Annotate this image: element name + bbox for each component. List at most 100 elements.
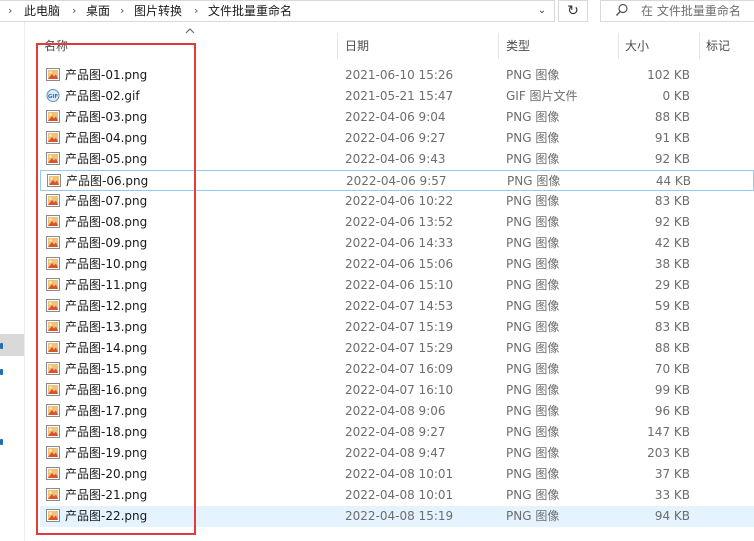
file-date: 2022-04-06 9:27: [345, 131, 446, 145]
address-dropdown-icon[interactable]: ⌄: [532, 2, 552, 20]
file-size: 0 KB: [662, 89, 690, 103]
file-row[interactable]: 产品图-16.png 2022-04-07 16:10 PNG 图像 99 KB: [40, 380, 754, 401]
file-date: 2022-04-07 15:19: [345, 320, 454, 334]
png-image-icon: [46, 131, 60, 144]
file-type: PNG 图像: [506, 278, 560, 292]
chevron-right-icon[interactable]: ›: [72, 3, 76, 19]
file-size: 29 KB: [654, 278, 690, 292]
png-image-icon: [46, 152, 60, 165]
search-icon: [615, 3, 628, 16]
file-date: 2022-04-06 9:04: [345, 110, 446, 124]
file-row[interactable]: 产品图-11.png 2022-04-06 15:10 PNG 图像 29 KB: [40, 275, 754, 296]
file-date: 2022-04-06 13:52: [345, 215, 454, 229]
file-row[interactable]: 产品图-01.png 2021-06-10 15:26 PNG 图像 102 KB: [40, 65, 754, 86]
file-type: PNG 图像: [506, 320, 560, 334]
png-image-icon: [47, 174, 61, 187]
file-type: PNG 图像: [506, 467, 560, 481]
png-image-icon: [46, 278, 60, 291]
file-row[interactable]: 产品图-09.png 2022-04-06 14:33 PNG 图像 42 KB: [40, 233, 754, 254]
file-row[interactable]: 产品图-06.png 2022-04-06 9:57 PNG 图像 44 KB: [40, 170, 754, 191]
file-row[interactable]: 产品图-15.png 2022-04-07 16:09 PNG 图像 70 KB: [40, 359, 754, 380]
file-row[interactable]: 产品图-14.png 2022-04-07 15:29 PNG 图像 88 KB: [40, 338, 754, 359]
breadcrumb-batch-rename[interactable]: 文件批量重命名: [208, 3, 292, 19]
file-row[interactable]: 产品图-13.png 2022-04-07 15:19 PNG 图像 83 KB: [40, 317, 754, 338]
file-date: 2022-04-06 9:43: [345, 152, 446, 166]
column-size[interactable]: 大小: [625, 37, 649, 55]
sort-ascending-icon: [185, 28, 195, 34]
file-date: 2022-04-08 10:01: [345, 488, 454, 502]
nav-selected-item[interactable]: [0, 334, 24, 356]
breadcrumb-desktop[interactable]: 桌面: [86, 3, 110, 19]
breadcrumb-image-convert[interactable]: 图片转换: [134, 3, 182, 19]
breadcrumb-this-pc[interactable]: 此电脑: [24, 3, 60, 19]
file-row[interactable]: 产品图-17.png 2022-04-08 9:06 PNG 图像 96 KB: [40, 401, 754, 422]
column-divider[interactable]: [699, 33, 700, 59]
column-date[interactable]: 日期: [345, 37, 369, 55]
file-row[interactable]: 产品图-03.png 2022-04-06 9:04 PNG 图像 88 KB: [40, 107, 754, 128]
file-type: PNG 图像: [506, 215, 560, 229]
navigation-pane[interactable]: [0, 22, 25, 541]
chevron-right-icon[interactable]: ›: [8, 3, 12, 19]
file-name: 产品图-16.png: [65, 383, 148, 397]
gif-file-icon: GIF: [46, 89, 60, 102]
file-name: 产品图-04.png: [65, 131, 148, 145]
file-size: 83 KB: [654, 320, 690, 334]
file-type: PNG 图像: [507, 174, 561, 188]
file-name: 产品图-03.png: [65, 110, 148, 124]
png-image-icon: [46, 341, 60, 354]
png-image-icon: [46, 404, 60, 417]
file-row[interactable]: 产品图-04.png 2022-04-06 9:27 PNG 图像 91 KB: [40, 128, 754, 149]
file-size: 38 KB: [654, 257, 690, 271]
file-size: 42 KB: [654, 236, 690, 250]
file-name: 产品图-11.png: [65, 278, 148, 292]
file-size: 83 KB: [654, 194, 690, 208]
png-image-icon: [46, 194, 60, 207]
column-divider[interactable]: [498, 33, 499, 59]
nav-marker: [0, 343, 3, 349]
file-name: 产品图-22.png: [65, 509, 148, 523]
column-divider[interactable]: [337, 33, 338, 59]
file-row[interactable]: 产品图-05.png 2022-04-06 9:43 PNG 图像 92 KB: [40, 149, 754, 170]
address-bar[interactable]: › 此电脑 › 桌面 › 图片转换 › 文件批量重命名 ⌄: [0, 0, 555, 22]
file-row[interactable]: 产品图-18.png 2022-04-08 9:27 PNG 图像 147 KB: [40, 422, 754, 443]
column-tags[interactable]: 标记: [706, 37, 730, 55]
file-date: 2022-04-07 14:53: [345, 299, 454, 313]
file-name: 产品图-17.png: [65, 404, 148, 418]
file-row[interactable]: 产品图-22.png 2022-04-08 15:19 PNG 图像 94 KB: [40, 506, 754, 527]
file-name: 产品图-14.png: [65, 341, 148, 355]
file-size: 88 KB: [654, 341, 690, 355]
file-row[interactable]: 产品图-12.png 2022-04-07 14:53 PNG 图像 59 KB: [40, 296, 754, 317]
file-row[interactable]: 产品图-07.png 2022-04-06 10:22 PNG 图像 83 KB: [40, 191, 754, 212]
chevron-right-icon[interactable]: ›: [120, 3, 124, 19]
file-date: 2022-04-06 14:33: [345, 236, 454, 250]
chevron-right-icon[interactable]: ›: [194, 3, 198, 19]
file-row[interactable]: 产品图-08.png 2022-04-06 13:52 PNG 图像 92 KB: [40, 212, 754, 233]
refresh-button[interactable]: ↻: [558, 0, 588, 22]
file-date: 2022-04-08 10:01: [345, 467, 454, 481]
search-box[interactable]: 在 文件批量重命名: [600, 0, 754, 22]
file-row[interactable]: 产品图-10.png 2022-04-06 15:06 PNG 图像 38 KB: [40, 254, 754, 275]
file-row[interactable]: 产品图-19.png 2022-04-08 9:47 PNG 图像 203 KB: [40, 443, 754, 464]
refresh-icon: ↻: [567, 3, 579, 19]
file-size: 70 KB: [654, 362, 690, 376]
file-date: 2022-04-07 15:29: [345, 341, 454, 355]
file-date: 2022-04-08 15:19: [345, 509, 454, 523]
file-type: PNG 图像: [506, 341, 560, 355]
file-row[interactable]: GIF 产品图-02.gif 2021-05-21 15:47 GIF 图片文件 0 K…: [40, 86, 754, 107]
png-image-icon: [46, 320, 60, 333]
file-name: 产品图-06.png: [66, 174, 149, 188]
file-name: 产品图-05.png: [65, 152, 148, 166]
column-type[interactable]: 类型: [506, 37, 530, 55]
column-name[interactable]: 名称: [44, 37, 68, 55]
file-row[interactable]: 产品图-21.png 2022-04-08 10:01 PNG 图像 33 KB: [40, 485, 754, 506]
png-image-icon: [46, 110, 60, 123]
file-size: 33 KB: [654, 488, 690, 502]
file-row[interactable]: 产品图-20.png 2022-04-08 10:01 PNG 图像 37 KB: [40, 464, 754, 485]
png-image-icon: [46, 68, 60, 81]
file-date: 2022-04-08 9:06: [345, 404, 446, 418]
column-divider[interactable]: [618, 33, 619, 59]
file-name: 产品图-09.png: [65, 236, 148, 250]
file-size: 59 KB: [654, 299, 690, 313]
file-size: 92 KB: [654, 215, 690, 229]
file-type: PNG 图像: [506, 68, 560, 82]
